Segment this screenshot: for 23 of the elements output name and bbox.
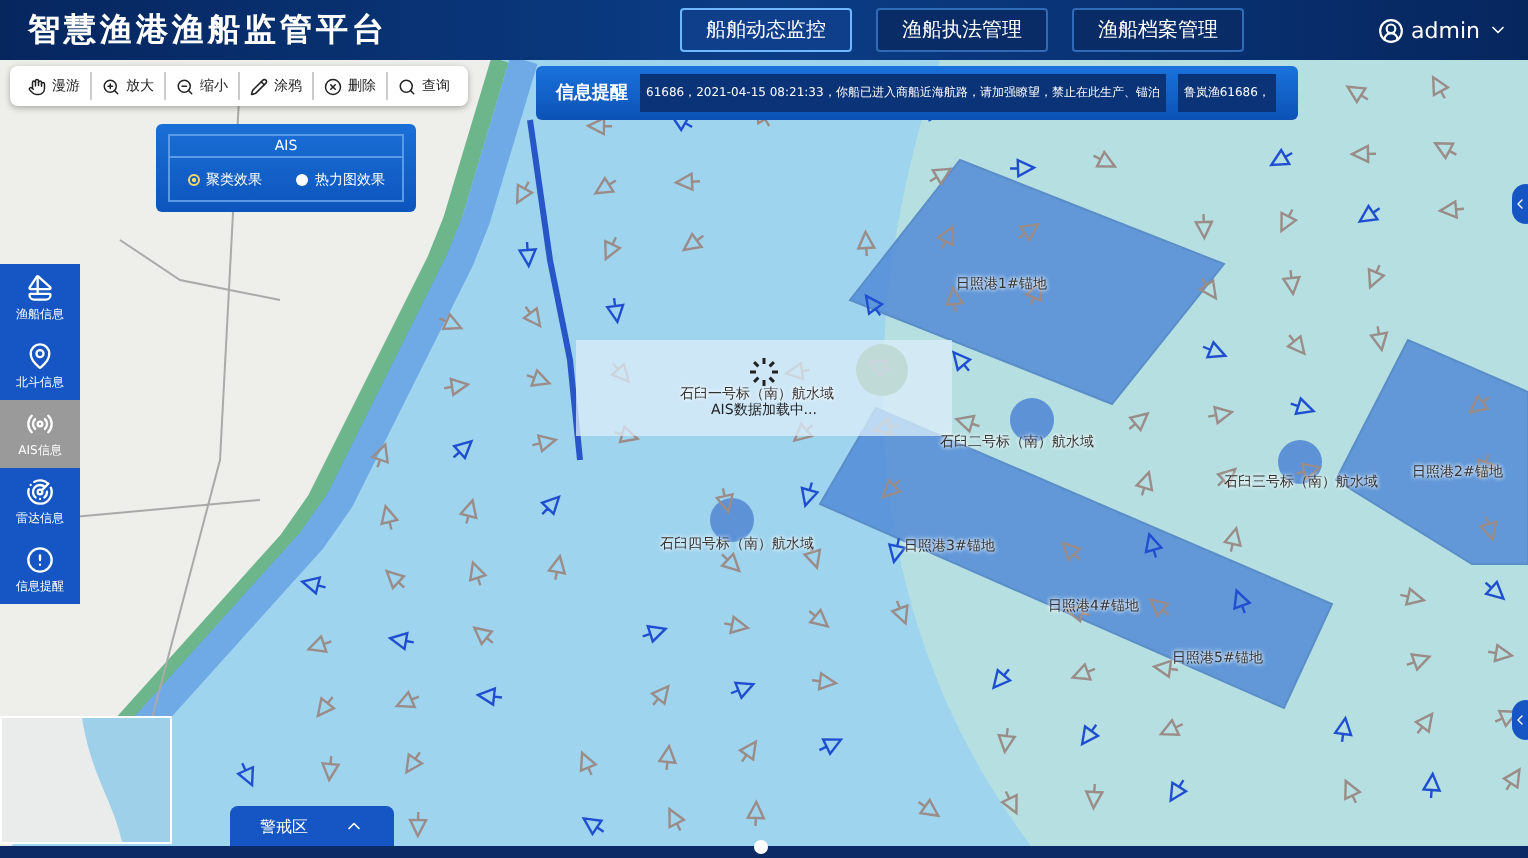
slider-handle[interactable] [754, 840, 768, 854]
alert-icon [26, 545, 54, 573]
bottom-tab[interactable]: 警戒区 [230, 806, 394, 846]
search-icon [398, 77, 416, 95]
nav-button[interactable]: 渔船档案管理 [1072, 8, 1244, 52]
user-icon[interactable] [1377, 17, 1404, 43]
nav-button[interactable]: 渔船执法管理 [876, 8, 1048, 52]
radio-icon[interactable] [187, 173, 200, 185]
sailboat-icon [26, 273, 54, 301]
user-name[interactable]: admin [1411, 17, 1480, 43]
spinner-icon [748, 356, 780, 388]
antenna-icon [26, 409, 54, 437]
radio-icon[interactable] [296, 173, 309, 185]
hand-icon [28, 77, 46, 95]
notice-title: 信息提醒 [556, 81, 628, 106]
pencil-icon [250, 77, 268, 95]
radar-icon [26, 477, 54, 505]
app-title: 智慧渔港渔船监管平台 [28, 9, 390, 51]
zoom-in-icon [102, 77, 120, 95]
nav-button[interactable]: 船舶动态监控 [680, 8, 852, 52]
zoom-out-icon [176, 77, 194, 95]
map-pin-icon [26, 341, 54, 369]
close-icon [324, 77, 342, 95]
